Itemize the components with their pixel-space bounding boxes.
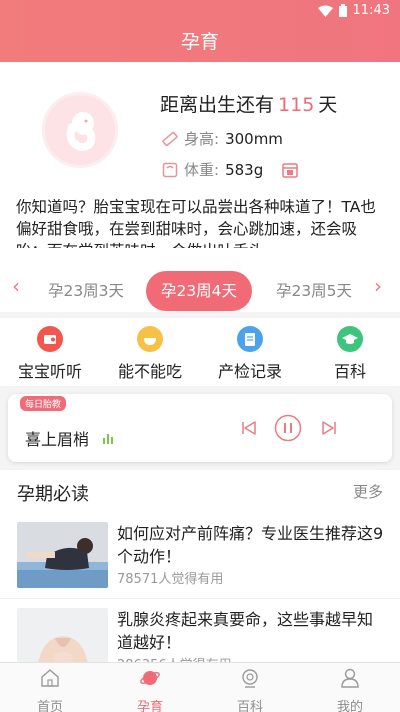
scale-icon [162, 162, 178, 177]
battery-icon [338, 4, 347, 17]
week-next[interactable]: 孕23周5天 [266, 271, 362, 311]
feature-label: 宝宝听听 [17, 362, 82, 381]
planet-icon [140, 671, 160, 685]
page-title: 孕育 [180, 31, 219, 53]
tab-label: 孕育 [136, 700, 163, 712]
daily-tag: 每日胎教 [20, 396, 67, 411]
wifi-icon [317, 5, 333, 17]
baby-tip-text: 你知道吗？胎宝宝现在可以品尝出各种味道了！TA也偏好甜食哦，在尝到甜味时，会心跳… [16, 198, 376, 248]
feature-encyclopedia[interactable]: 百科 [310, 326, 390, 382]
tab-label: 百科 [236, 700, 263, 712]
week-selector: ‹ 孕23周3天 孕23周4天 孕23周5天 › [0, 262, 400, 312]
list-item[interactable]: 如何应对产前阵痛？专业医生推荐这9个动作！ 78571人觉得有用 [0, 514, 400, 599]
section-title: 孕期必读 [17, 484, 89, 505]
chevron-left-icon[interactable]: ‹ [12, 276, 26, 296]
feature-baby-listen[interactable]: 宝宝听听 [10, 326, 90, 382]
divider [0, 598, 400, 599]
week-prev[interactable]: 孕23周3天 [38, 271, 134, 311]
must-read-section-header: 孕期必读 更多 [0, 470, 400, 514]
tab-label: 我的 [336, 700, 363, 712]
tab-label: 首页 [36, 700, 63, 712]
article-likes: 286356人觉得有用 [117, 654, 232, 662]
countdown-days: 115 [278, 94, 315, 116]
music-player-card: 每日胎教 喜上眉梢 [8, 394, 392, 462]
status-time: 11:43 [352, 3, 390, 18]
status-bar: 11:43 [0, 0, 400, 22]
radio-icon [37, 326, 63, 352]
weight-label: 体重: [184, 161, 220, 179]
article-likes: 78571人觉得有用 [117, 572, 224, 587]
encyclopedia-icon [242, 669, 258, 688]
equalizer-icon [103, 434, 113, 444]
song-title: 喜上眉梢 [25, 430, 90, 449]
calendar-icon[interactable] [281, 161, 299, 179]
feature-label: 百科 [333, 362, 366, 381]
more-link[interactable]: 更多 [353, 481, 383, 502]
tab-profile[interactable]: 我的 [300, 667, 400, 712]
weight-stat: 体重: 583g [162, 159, 299, 180]
pause-button[interactable] [274, 414, 302, 442]
bowl-icon [137, 326, 163, 352]
feature-label: 能不能吃 [117, 362, 182, 381]
height-value: 300mm [225, 129, 283, 148]
article-list: 如何应对产前阵痛？专业医生推荐这9个动作！ 78571人觉得有用 乳腺炎疼起来真… [0, 514, 400, 662]
height-label: 身高: [184, 130, 220, 148]
countdown-prefix: 距离出生还有 [160, 94, 275, 116]
fetus-avatar[interactable] [42, 92, 118, 168]
birth-countdown: 距离出生还有 115 天 [160, 90, 337, 117]
tab-home[interactable]: 首页 [0, 667, 100, 712]
feature-can-eat[interactable]: 能不能吃 [110, 326, 190, 382]
feature-grid: 宝宝听听 能不能吃 产检记录 百科 [0, 318, 400, 386]
countdown-unit: 天 [318, 94, 338, 116]
height-stat: 身高: 300mm [162, 128, 283, 149]
feature-label: 产检记录 [217, 362, 282, 381]
article-title: 乳腺炎疼起来真要命，这些事越早知道越好！ [117, 610, 374, 652]
article-thumbnail [17, 522, 108, 588]
list-item[interactable]: 乳腺炎疼起来真要命，这些事越早知道越好！ 286356人觉得有用 [0, 600, 400, 662]
graduation-cap-icon [337, 326, 363, 352]
app-header: 孕育 [0, 22, 400, 62]
tab-encyclopedia[interactable]: 百科 [200, 667, 300, 712]
weight-value: 583g [225, 160, 264, 179]
profile-icon [341, 668, 359, 688]
fetus-icon [66, 112, 96, 152]
tab-pregnancy[interactable]: 孕育 [100, 667, 200, 712]
feature-checkup-record[interactable]: 产检记录 [210, 326, 290, 382]
article-title: 如何应对产前阵痛？专业医生推荐这9个动作！ [117, 524, 384, 566]
bottom-tab-bar: 首页 孕育 百科 我的 [0, 662, 400, 712]
next-track-icon[interactable] [320, 419, 338, 437]
clipboard-icon [237, 326, 263, 352]
article-thumbnail [17, 608, 108, 662]
week-current[interactable]: 孕23周4天 [146, 271, 252, 311]
ruler-icon [162, 131, 178, 146]
chevron-right-icon[interactable]: › [374, 276, 388, 296]
home-icon [41, 669, 59, 687]
previous-track-icon[interactable] [240, 419, 258, 437]
